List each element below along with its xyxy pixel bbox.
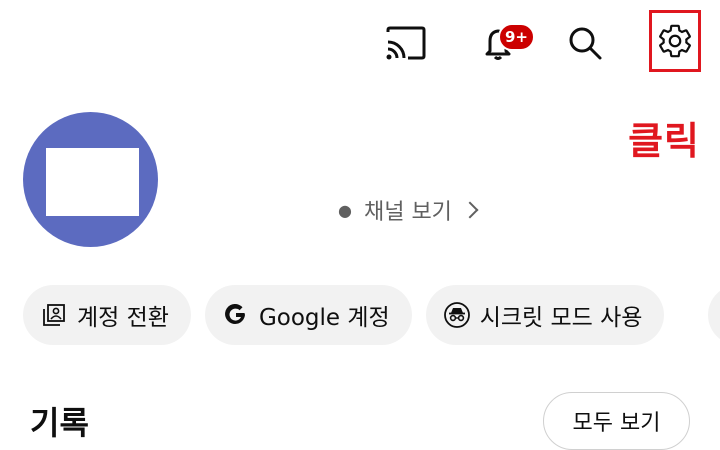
cast-icon[interactable] <box>381 22 429 64</box>
history-title: 기록 <box>30 404 89 442</box>
google-account-label: Google 계정 <box>258 305 390 331</box>
avatar[interactable] <box>23 112 158 247</box>
incognito-icon <box>443 302 470 328</box>
view-channel-link[interactable]: ● 채널 보기 <box>338 194 479 226</box>
see-all-button[interactable]: 모두 보기 <box>543 392 690 450</box>
switch-account-label: 계정 전환 <box>77 305 169 331</box>
incognito-chip[interactable]: 시크릿 모드 사용 <box>425 285 665 345</box>
chevron-right-icon <box>461 201 479 219</box>
view-channel-label: 채널 보기 <box>363 200 452 225</box>
switch-account-icon <box>41 302 67 328</box>
settings-button[interactable] <box>649 10 701 72</box>
gear-icon <box>659 24 691 58</box>
next-chip-partial[interactable] <box>708 285 720 345</box>
account-chips-row: 계정 전환 Google 계정 시크릿 모드 사용 <box>23 285 665 345</box>
incognito-label: 시크릿 모드 사용 <box>479 305 643 331</box>
switch-account-chip[interactable]: 계정 전환 <box>23 285 191 345</box>
search-icon[interactable] <box>560 20 610 66</box>
google-g-icon <box>223 302 249 328</box>
google-account-chip[interactable]: Google 계정 <box>204 285 412 345</box>
notification-badge: 9+ <box>498 23 535 51</box>
click-annotation: 클릭 <box>628 119 700 163</box>
separator-dot: ● <box>338 200 352 220</box>
redacted-profile-image <box>46 148 139 216</box>
